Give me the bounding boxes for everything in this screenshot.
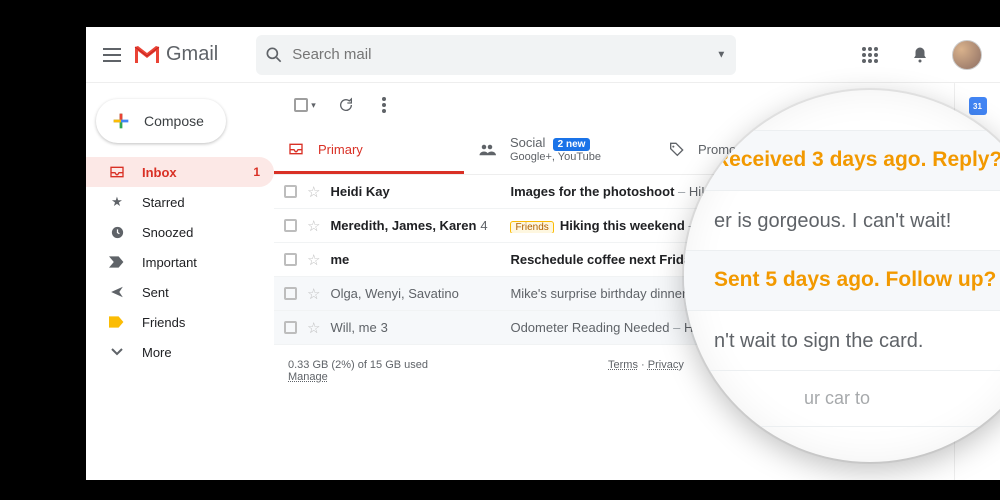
row-checkbox[interactable] (284, 185, 297, 198)
sidebar-item-label: More (142, 345, 172, 360)
sidebar-item-label: Starred (142, 195, 185, 210)
header-actions (852, 37, 992, 73)
sent-icon (108, 285, 126, 299)
nudge-received-text: Received 3 days ago. Reply? (714, 148, 1000, 172)
label-chip: Friends (510, 221, 553, 233)
compose-button[interactable]: Compose (96, 99, 226, 143)
promotions-tab-icon (668, 142, 684, 158)
privacy-link[interactable]: Privacy (648, 359, 684, 371)
app-name: Gmail (166, 43, 218, 66)
important-icon (108, 256, 126, 268)
sidebar: Compose Inbox 1 ★ Starred Snoozed (86, 83, 274, 480)
compose-label: Compose (144, 113, 204, 129)
star-icon: ★ (108, 194, 126, 210)
clock-icon (108, 225, 126, 240)
star-icon[interactable]: ☆ (307, 251, 320, 269)
tab-label: Primary (318, 142, 363, 157)
magnified-snippet: ur car to (804, 388, 1000, 409)
device-frame: Gmail ▼ (64, 10, 1000, 480)
tab-label: Social (510, 135, 545, 150)
star-icon[interactable]: ☆ (307, 319, 320, 337)
sidebar-item-label: Sent (142, 285, 169, 300)
app-header: Gmail ▼ (86, 27, 1000, 83)
notifications-icon[interactable] (902, 37, 938, 73)
row-checkbox[interactable] (284, 253, 297, 266)
magnified-snippet: n't wait to sign the card. (714, 330, 1000, 353)
row-sender: Meredith, James, Karen4 (330, 218, 500, 233)
chevron-down-icon (108, 348, 126, 356)
row-checkbox[interactable] (284, 219, 297, 232)
search-icon (264, 45, 284, 65)
search-bar[interactable]: ▼ (256, 35, 736, 75)
tab-sublabel: Google+, YouTube (510, 151, 601, 164)
sidebar-item-label: Inbox (142, 165, 177, 180)
plus-icon (110, 110, 132, 132)
tab-primary[interactable]: Primary (274, 127, 464, 174)
nudge-sent-text: Sent 5 days ago. Follow up? (714, 268, 1000, 292)
apps-icon[interactable] (852, 37, 888, 73)
search-options-caret-icon[interactable]: ▼ (716, 49, 726, 60)
manage-storage-link[interactable]: Manage (288, 371, 328, 383)
tab-badge: 2 new (553, 138, 591, 151)
terms-link[interactable]: Terms (608, 359, 638, 371)
sidebar-item-sent[interactable]: Sent (86, 277, 274, 307)
sidebar-item-inbox[interactable]: Inbox 1 (86, 157, 274, 187)
sidebar-item-snoozed[interactable]: Snoozed (86, 217, 274, 247)
gmail-logo-icon (134, 45, 160, 65)
row-checkbox[interactable] (284, 287, 297, 300)
select-all-checkbox[interactable]: ▾ (284, 87, 326, 123)
sidebar-item-label: Friends (142, 315, 185, 330)
sidebar-item-count: 1 (253, 165, 260, 179)
star-icon[interactable]: ☆ (307, 285, 320, 303)
row-sender: Olga, Wenyi, Savatino (330, 286, 500, 301)
account-avatar[interactable] (952, 40, 982, 70)
row-sender: Will, me3 (330, 320, 500, 335)
magnified-snippet: er is gorgeous. I can't wait! (714, 210, 1000, 233)
sidebar-item-label: Important (142, 255, 197, 270)
sidebar-item-starred[interactable]: ★ Starred (86, 187, 274, 217)
refresh-icon[interactable] (328, 87, 364, 123)
social-tab-icon (478, 143, 496, 157)
calendar-app-icon[interactable] (969, 97, 987, 115)
inbox-icon (108, 164, 126, 180)
sidebar-item-important[interactable]: Important (86, 247, 274, 277)
row-sender: me (330, 252, 500, 267)
row-sender: Heidi Kay (330, 184, 500, 199)
sidebar-item-friends[interactable]: Friends (86, 307, 274, 337)
row-checkbox[interactable] (284, 321, 297, 334)
storage-text: 0.33 GB (2%) of 15 GB used (288, 359, 428, 371)
menu-icon[interactable] (94, 37, 130, 73)
app-logo[interactable]: Gmail (130, 43, 226, 66)
star-icon[interactable]: ☆ (307, 217, 320, 235)
sidebar-item-more[interactable]: More (86, 337, 274, 367)
primary-tab-icon (288, 141, 304, 157)
label-icon (108, 316, 126, 328)
more-actions-icon[interactable] (366, 87, 402, 123)
star-icon[interactable]: ☆ (307, 183, 320, 201)
tab-social[interactable]: Social 2 new Google+, YouTube (464, 127, 654, 174)
sidebar-item-label: Snoozed (142, 225, 193, 240)
search-input[interactable] (292, 46, 728, 63)
